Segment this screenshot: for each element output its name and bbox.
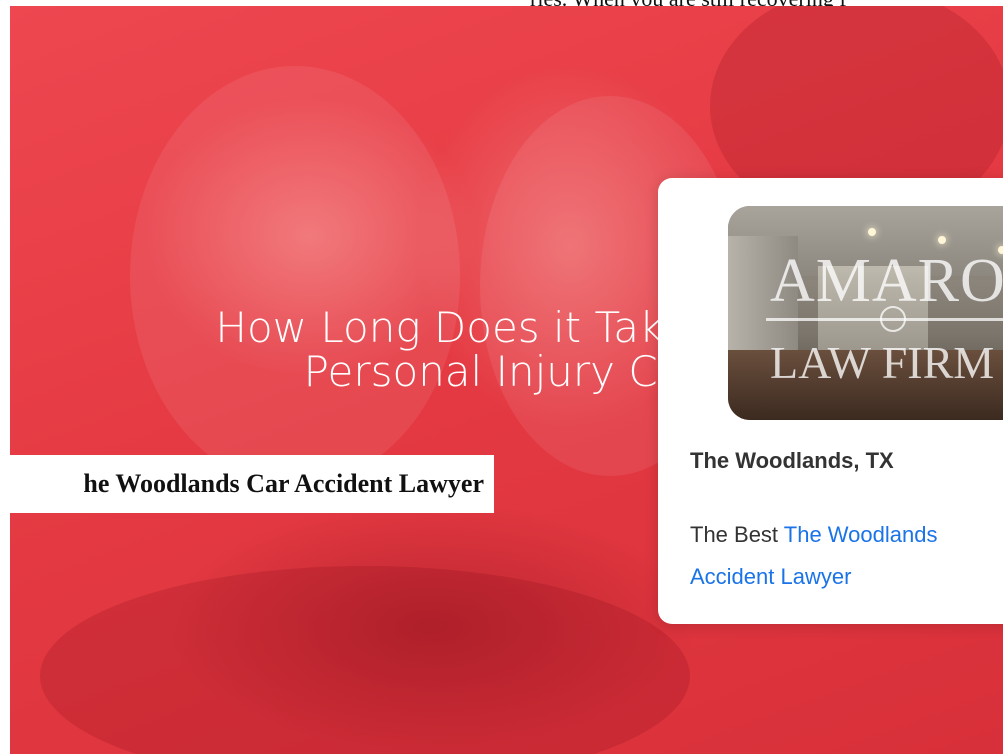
card-location: The Woodlands, TX — [690, 448, 894, 473]
lawyer-link-part2: Accident Lawyer — [690, 564, 852, 589]
card-description: The Best The Woodlands Accident Lawyer — [690, 514, 1003, 598]
ceiling-light-icon — [868, 228, 876, 236]
location-card[interactable]: AMARO LAW FIRM The Woodlands, TX The Bes… — [658, 178, 1003, 624]
page: ries. When you are still recovering f Ho… — [0, 0, 1003, 754]
image-caption: he Woodlands Car Accident Lawyer — [0, 455, 494, 513]
law-firm-office-image[interactable]: AMARO LAW FIRM — [728, 206, 1003, 420]
hero-table-shadow — [40, 566, 690, 754]
hero-figure-man — [130, 66, 460, 486]
caption-text: he Woodlands Car Accident Lawyer — [83, 469, 484, 498]
ceiling-light-icon — [938, 236, 946, 244]
firm-logo-subtitle: LAW FIRM — [770, 337, 995, 388]
lawyer-link-part1: The Woodlands — [783, 522, 938, 547]
firm-logo-emblem-icon — [880, 306, 906, 332]
card-desc-prefix: The Best — [690, 522, 784, 547]
